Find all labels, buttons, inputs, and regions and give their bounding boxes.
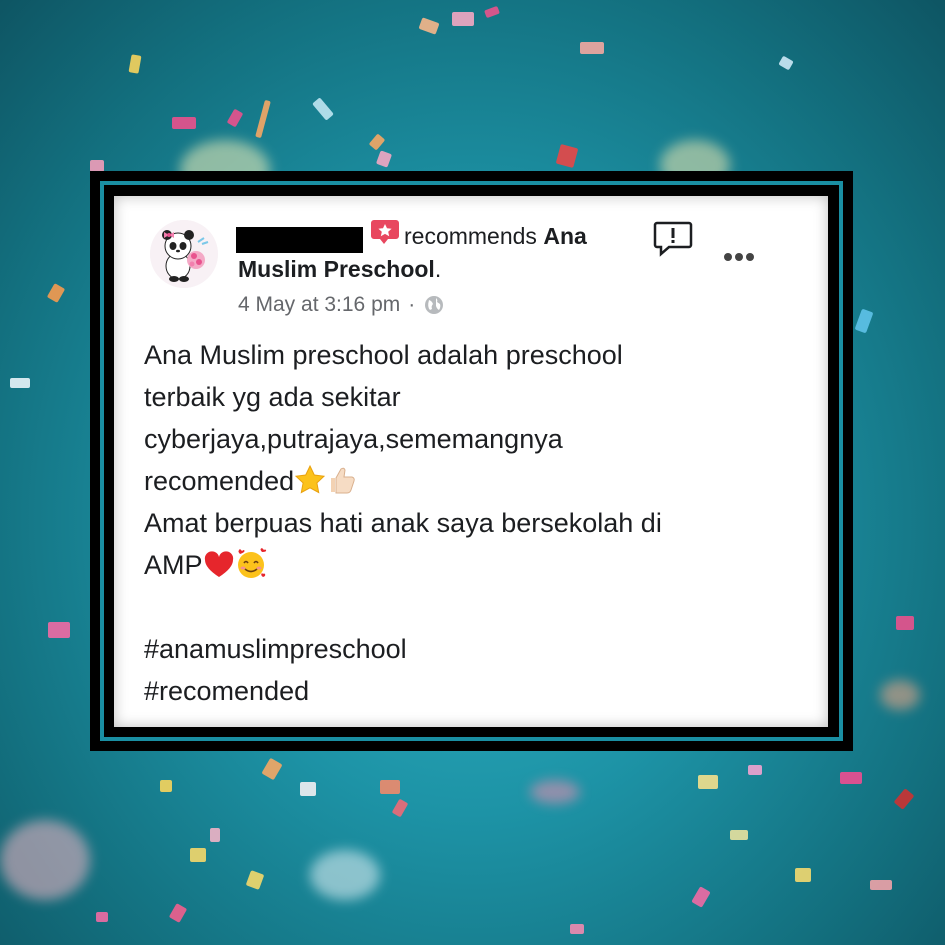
more-dot-icon	[735, 253, 743, 261]
page-name-link[interactable]: Ana	[543, 223, 586, 249]
thumbs-up-emoji-icon	[331, 467, 355, 494]
post-header: recommends Ana	[404, 223, 587, 250]
meta-separator: ·	[408, 293, 416, 316]
smiling-face-with-hearts-icon	[237, 548, 266, 578]
redacted-username	[236, 227, 363, 253]
hashtag-link[interactable]: #recomended	[144, 670, 804, 712]
post-text-segment: recomended	[144, 466, 295, 496]
recommend-badge-icon	[370, 218, 400, 246]
report-button[interactable]	[652, 220, 694, 257]
post-header-line2: Muslim Preschool.	[238, 256, 441, 283]
more-dot-icon	[746, 253, 754, 261]
header-period: .	[434, 256, 442, 282]
hashtag-link[interactable]: #anamuslimpreschool	[144, 628, 804, 670]
star-emoji-icon	[294, 464, 326, 494]
more-options-button[interactable]	[724, 248, 760, 262]
more-dot-icon	[724, 253, 732, 261]
page-name-link-cont[interactable]: Muslim Preschool	[238, 256, 435, 282]
post-body: Ana Muslim preschool adalah preschool te…	[144, 334, 804, 712]
post-text-line: terbaik yg ada sekitar	[144, 382, 401, 412]
post-text-line: Ana Muslim preschool adalah preschool	[144, 340, 623, 370]
report-icon	[653, 221, 693, 257]
globe-icon	[425, 296, 444, 314]
post-text-line-emoji: AMP	[144, 544, 804, 586]
post-card: recommends Ana Muslim Preschool. 4 May a…	[114, 196, 828, 727]
panda-avatar-icon	[150, 220, 218, 288]
avatar[interactable]	[150, 220, 218, 288]
post-frame: recommends Ana Muslim Preschool. 4 May a…	[90, 171, 853, 751]
red-heart-emoji-icon	[204, 551, 233, 577]
post-meta: 4 May at 3:16 pm ·	[238, 293, 445, 317]
post-text-gap	[144, 586, 804, 628]
post-text-line-emoji: recomended	[144, 460, 804, 502]
recommend-action-text: recommends	[404, 223, 537, 249]
post-text-line: Amat berpuas hati anak saya bersekolah d…	[144, 508, 662, 538]
post-text-line: cyberjaya,putrajaya,sememangnya	[144, 424, 563, 454]
post-timestamp[interactable]: 4 May at 3:16 pm	[238, 293, 400, 317]
post-text-segment: AMP	[144, 550, 203, 580]
